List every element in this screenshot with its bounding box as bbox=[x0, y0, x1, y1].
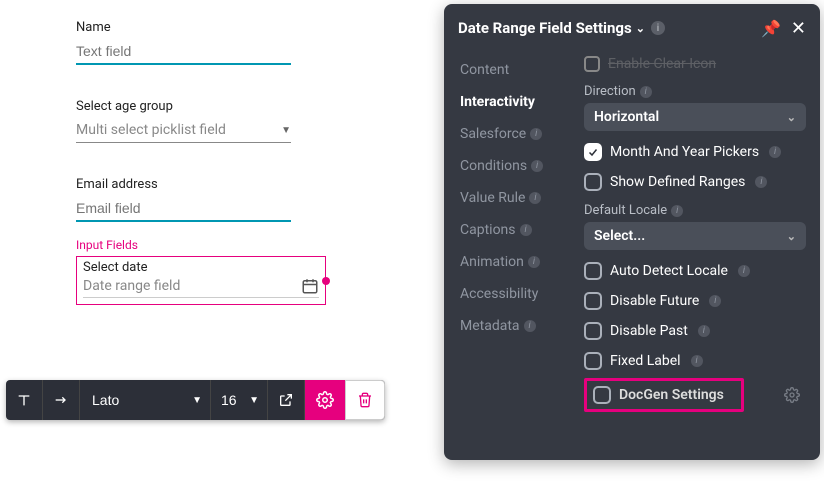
checkbox-icon bbox=[584, 322, 602, 340]
tab-value-rule[interactable]: Value Rulei bbox=[460, 190, 584, 206]
open-external-button[interactable] bbox=[268, 380, 305, 420]
gear-icon[interactable] bbox=[784, 387, 800, 407]
chevron-down-icon: ⌄ bbox=[787, 111, 796, 124]
info-icon[interactable]: i bbox=[671, 205, 683, 217]
close-icon[interactable]: ✕ bbox=[791, 18, 806, 39]
fixed-label-label: Fixed Label bbox=[610, 353, 681, 369]
checkbox-icon bbox=[584, 292, 602, 310]
selected-date-block[interactable]: Input Fields Select date Date range fiel… bbox=[76, 256, 326, 305]
info-icon: i bbox=[524, 320, 536, 332]
direction-value: Horizontal bbox=[594, 109, 659, 125]
locale-label: Default Localei bbox=[584, 203, 806, 218]
settings-button[interactable] bbox=[305, 380, 345, 420]
info-icon[interactable]: i bbox=[691, 355, 703, 367]
direction-label: Directioni bbox=[584, 84, 806, 99]
panel-title-text: Date Range Field Settings bbox=[458, 19, 632, 37]
tab-content[interactable]: Content bbox=[460, 62, 584, 78]
caret-down-icon: ▼ bbox=[281, 125, 291, 136]
checkbox-icon bbox=[584, 262, 602, 280]
disable-past-checkbox-row[interactable]: Disable Past i bbox=[584, 322, 806, 340]
name-field-group: Name bbox=[76, 20, 291, 65]
info-icon[interactable]: i bbox=[709, 295, 721, 307]
email-label: Email address bbox=[76, 177, 291, 192]
docgen-label: DocGen Settings bbox=[619, 387, 724, 403]
tab-salesforce[interactable]: Salesforcei bbox=[460, 126, 584, 142]
info-icon[interactable]: i bbox=[640, 86, 652, 98]
date-range-field[interactable]: Select date Date range field bbox=[76, 256, 326, 305]
checkbox-icon bbox=[584, 56, 600, 72]
tab-metadata[interactable]: Metadatai bbox=[460, 318, 584, 334]
auto-detect-checkbox-row[interactable]: Auto Detect Locale i bbox=[584, 262, 806, 280]
panel-title[interactable]: Date Range Field Settings ⌄ bbox=[458, 19, 645, 37]
text-tool-button[interactable] bbox=[6, 380, 43, 420]
docgen-settings-row[interactable]: DocGen Settings bbox=[584, 378, 744, 412]
date-label: Select date bbox=[83, 260, 319, 275]
panel-header: Date Range Field Settings ⌄ i 📌 ✕ bbox=[444, 4, 820, 52]
disable-future-label: Disable Future bbox=[610, 293, 699, 309]
month-year-label: Month And Year Pickers bbox=[610, 144, 759, 160]
settings-content: Enable Clear Icon Directioni Horizontal ⌄… bbox=[584, 52, 820, 460]
info-icon: i bbox=[530, 128, 542, 140]
calendar-icon bbox=[301, 277, 319, 295]
chevron-down-icon: ⌄ bbox=[787, 230, 796, 243]
checkbox-icon bbox=[593, 386, 611, 404]
tab-conditions[interactable]: Conditionsi bbox=[460, 158, 584, 174]
info-icon[interactable]: i bbox=[651, 21, 665, 35]
resize-handle[interactable] bbox=[322, 277, 330, 285]
fixed-label-checkbox-row[interactable]: Fixed Label i bbox=[584, 352, 806, 370]
floating-toolbar: Lato ▼ 16 ▼ bbox=[6, 380, 385, 420]
show-ranges-label: Show Defined Ranges bbox=[610, 174, 745, 190]
checkbox-icon bbox=[584, 352, 602, 370]
date-placeholder: Date range field bbox=[83, 278, 180, 294]
info-icon: i bbox=[520, 224, 532, 236]
direction-select[interactable]: Horizontal ⌄ bbox=[584, 103, 806, 131]
age-label: Select age group bbox=[76, 99, 291, 114]
auto-detect-label: Auto Detect Locale bbox=[610, 263, 728, 279]
form-canvas: Name Select age group Multi select pickl… bbox=[0, 0, 440, 504]
info-icon: i bbox=[528, 256, 540, 268]
tab-accessibility[interactable]: Accessibility bbox=[460, 286, 584, 302]
tab-interactivity[interactable]: Interactivity bbox=[460, 94, 584, 110]
info-icon: i bbox=[529, 192, 541, 204]
chevron-down-icon: ⌄ bbox=[636, 22, 645, 35]
disable-past-label: Disable Past bbox=[610, 323, 688, 339]
month-year-checkbox-row[interactable]: Month And Year Pickers i bbox=[584, 143, 806, 161]
email-field-group: Email address bbox=[76, 177, 291, 222]
input-fields-tag: Input Fields bbox=[76, 238, 138, 252]
info-icon[interactable]: i bbox=[738, 265, 750, 277]
show-ranges-checkbox-row[interactable]: Show Defined Ranges i bbox=[584, 173, 806, 191]
email-input[interactable] bbox=[76, 196, 291, 222]
pin-icon[interactable]: 📌 bbox=[761, 19, 781, 38]
locale-value: Select... bbox=[594, 228, 645, 244]
info-icon[interactable]: i bbox=[698, 325, 710, 337]
info-icon[interactable]: i bbox=[755, 176, 767, 188]
date-input[interactable]: Date range field bbox=[83, 275, 319, 298]
age-field-group: Select age group Multi select picklist f… bbox=[76, 99, 291, 143]
age-select[interactable]: Multi select picklist field ▼ bbox=[76, 118, 291, 143]
side-tabs: Content Interactivity Salesforcei Condit… bbox=[444, 52, 584, 460]
age-placeholder: Multi select picklist field bbox=[76, 122, 226, 138]
delete-button[interactable] bbox=[345, 380, 385, 420]
enable-clear-icon-row[interactable]: Enable Clear Icon bbox=[584, 56, 806, 72]
align-tool-button[interactable] bbox=[43, 380, 80, 420]
checkbox-icon bbox=[584, 173, 602, 191]
tab-captions[interactable]: Captionsi bbox=[460, 222, 584, 238]
disable-future-checkbox-row[interactable]: Disable Future i bbox=[584, 292, 806, 310]
info-icon[interactable]: i bbox=[769, 146, 781, 158]
size-select[interactable]: 16 bbox=[211, 392, 267, 408]
settings-panel: Date Range Field Settings ⌄ i 📌 ✕ Conten… bbox=[444, 4, 820, 460]
checkbox-checked-icon bbox=[584, 143, 602, 161]
locale-select[interactable]: Select... ⌄ bbox=[584, 222, 806, 250]
name-input[interactable] bbox=[76, 39, 291, 65]
font-select[interactable]: Lato bbox=[80, 392, 210, 408]
info-icon: i bbox=[531, 160, 543, 172]
tab-animation[interactable]: Animationi bbox=[460, 254, 584, 270]
truncated-label: Enable Clear Icon bbox=[608, 56, 716, 72]
name-label: Name bbox=[76, 20, 291, 35]
